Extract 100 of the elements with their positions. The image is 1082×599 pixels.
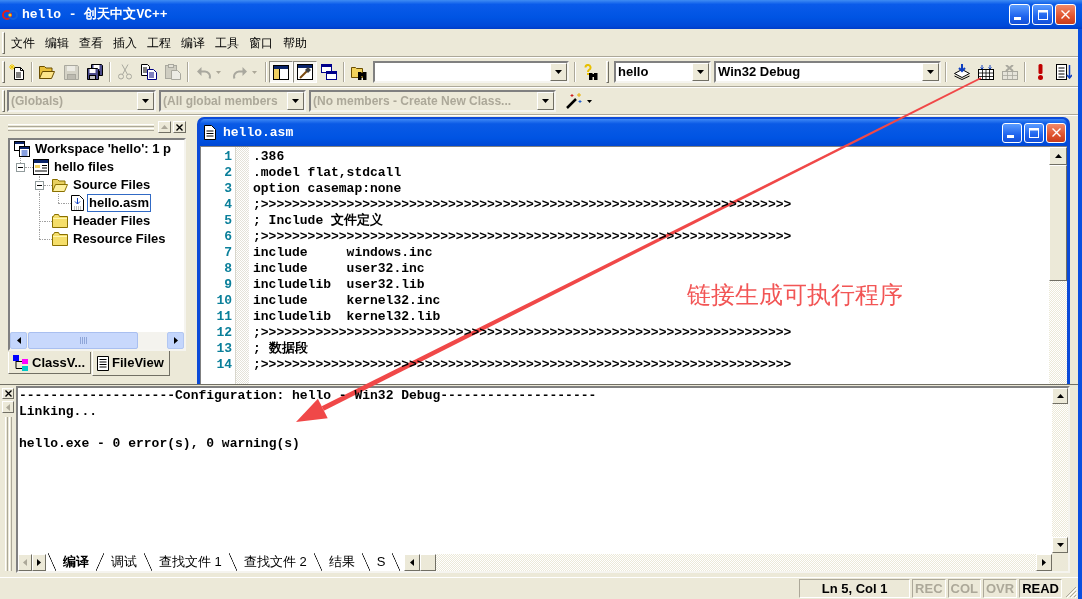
menu-item[interactable]: 文件 bbox=[6, 33, 40, 52]
caret-down-icon bbox=[542, 99, 549, 103]
scroll-up-button[interactable] bbox=[1052, 388, 1068, 404]
collapse-icon[interactable] bbox=[35, 180, 44, 190]
tree-item[interactable]: Source Files bbox=[71, 176, 153, 194]
window-title: hello - 创天中文VC++ bbox=[22, 5, 168, 24]
panel-maximize-button[interactable] bbox=[2, 401, 14, 413]
minimize-icon bbox=[1014, 17, 1021, 20]
binoculars-question-icon bbox=[584, 64, 598, 80]
undo-arrow-icon bbox=[197, 65, 211, 79]
line-number: 8 bbox=[224, 261, 232, 277]
code-line: include windows.inc bbox=[253, 245, 433, 261]
close-icon bbox=[1061, 10, 1070, 19]
dropdown-button[interactable] bbox=[922, 63, 939, 81]
panel-maximize-button[interactable] bbox=[158, 121, 171, 133]
workspace-icon bbox=[14, 141, 30, 157]
dropdown-button[interactable] bbox=[550, 63, 567, 81]
menu-item[interactable]: 工程 bbox=[142, 33, 176, 52]
line-number: 3 bbox=[224, 181, 232, 197]
menu-item[interactable]: 帮助 bbox=[278, 33, 312, 52]
build-summary: hello.exe - 0 error(s), 0 warning(s) bbox=[19, 436, 300, 452]
menu-item[interactable]: 工具 bbox=[210, 33, 244, 52]
minimize-button[interactable] bbox=[1002, 122, 1022, 143]
dropdown-button[interactable] bbox=[692, 63, 709, 81]
folder-binoculars-icon bbox=[351, 64, 367, 80]
redo-arrow-icon bbox=[233, 65, 247, 79]
code-line: ; 数据段 bbox=[253, 341, 308, 357]
menu-item[interactable]: 窗口 bbox=[244, 33, 278, 52]
line-number: 2 bbox=[224, 165, 232, 181]
scroll-right-button[interactable] bbox=[167, 332, 184, 349]
toolbar-grip[interactable] bbox=[606, 61, 609, 83]
close-icon bbox=[1051, 128, 1061, 137]
output-toggle-button[interactable] bbox=[293, 61, 317, 83]
workspace-toggle-button[interactable] bbox=[269, 61, 293, 83]
close-icon bbox=[176, 123, 183, 131]
minimize-icon bbox=[1007, 134, 1014, 138]
stacked-pages-arrow-icon bbox=[954, 64, 970, 80]
line-number: 1 bbox=[224, 149, 232, 165]
app-logo-icon bbox=[2, 7, 18, 22]
configuration-combo[interactable]: Win32 Debug bbox=[714, 61, 941, 83]
list-down-arrow-icon bbox=[1056, 64, 1072, 80]
folder-icon bbox=[52, 232, 68, 246]
output-tab[interactable]: 编译 bbox=[48, 553, 104, 571]
close-button[interactable] bbox=[1046, 122, 1066, 143]
code-line: ; Include 文件定义 bbox=[253, 213, 383, 229]
code-line: .386 bbox=[253, 149, 285, 165]
menu-item[interactable]: 插入 bbox=[108, 33, 142, 52]
minimize-button[interactable] bbox=[1009, 4, 1030, 25]
caret-down-icon bbox=[697, 70, 704, 74]
scissors-icon bbox=[118, 64, 132, 80]
menu-item[interactable]: 编辑 bbox=[40, 33, 74, 52]
close-button[interactable] bbox=[1055, 4, 1076, 25]
caret-right-icon bbox=[37, 558, 41, 566]
tab-scroll-left-button[interactable] bbox=[18, 553, 32, 571]
cursor-position: Ln 5, Col 1 bbox=[799, 579, 911, 598]
caret-left-icon bbox=[16, 337, 21, 344]
tab-scroll-right-button[interactable] bbox=[32, 553, 46, 571]
line-number: 14 bbox=[216, 357, 232, 373]
caret-down-icon bbox=[927, 70, 934, 74]
panel-tab[interactable]: FileView bbox=[92, 351, 170, 376]
folder-icon bbox=[52, 214, 68, 228]
tree-item[interactable]: Header Files bbox=[71, 212, 153, 230]
grip-lines-icon bbox=[79, 337, 87, 344]
maximize-icon bbox=[1037, 9, 1048, 20]
caret-down-icon bbox=[252, 70, 257, 74]
code-line: option casemap:none bbox=[253, 181, 402, 197]
project-combo[interactable]: hello bbox=[614, 61, 711, 83]
clipboard-icon bbox=[165, 64, 181, 80]
scrollbar-thumb[interactable] bbox=[28, 332, 138, 349]
resize-grip-icon[interactable] bbox=[1065, 586, 1077, 598]
maximize-button[interactable] bbox=[1032, 4, 1053, 25]
code-line: .model flat,stdcall bbox=[253, 165, 402, 181]
caret-up-icon bbox=[161, 125, 168, 129]
open-folder-icon bbox=[39, 65, 55, 79]
maximize-button[interactable] bbox=[1024, 122, 1044, 143]
panel-close-button[interactable] bbox=[2, 388, 14, 399]
tree-item[interactable]: Resource Files bbox=[71, 230, 168, 248]
panel-tab[interactable]: ClassV... bbox=[8, 352, 91, 374]
tree-item[interactable]: Workspace 'hello': 1 p bbox=[33, 140, 173, 158]
tree-item[interactable]: hello files bbox=[52, 158, 116, 176]
toolbar-grip[interactable] bbox=[2, 90, 5, 112]
collapse-icon[interactable] bbox=[16, 162, 25, 172]
code-line: include kernel32.inc bbox=[253, 293, 441, 309]
scroll-left-button[interactable] bbox=[10, 332, 27, 349]
toolbar-grip[interactable] bbox=[2, 61, 5, 83]
line-number: 12 bbox=[216, 325, 232, 341]
scroll-down-button[interactable] bbox=[1052, 537, 1068, 553]
panel-close-button[interactable] bbox=[173, 121, 186, 133]
project-icon bbox=[33, 159, 49, 175]
caret-down-icon bbox=[555, 70, 562, 74]
line-number: 10 bbox=[216, 293, 232, 309]
find-combo[interactable] bbox=[373, 61, 569, 83]
menu-item[interactable]: 查看 bbox=[74, 33, 108, 52]
caret-left-icon bbox=[410, 558, 415, 566]
caret-left-icon bbox=[23, 558, 27, 566]
tree-item[interactable]: hello.asm bbox=[87, 194, 151, 212]
menu-item[interactable]: 编译 bbox=[176, 33, 210, 52]
scroll-up-button[interactable] bbox=[1049, 147, 1067, 165]
toolbar-grip[interactable] bbox=[2, 31, 5, 54]
annotation-text: 链接生成可执行程序 bbox=[687, 281, 903, 309]
